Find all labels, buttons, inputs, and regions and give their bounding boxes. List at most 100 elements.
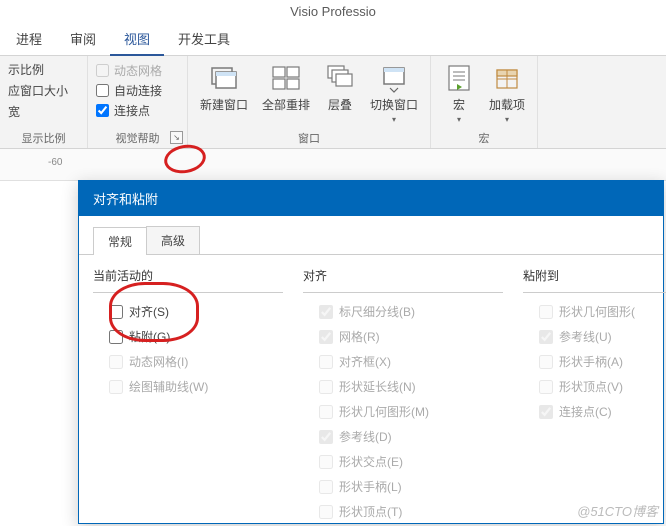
opt-ruler-sub-box[interactable] xyxy=(319,305,333,319)
tab-advanced[interactable]: 高级 xyxy=(146,226,200,254)
opt-ruler-sub[interactable]: 标尺细分线(B) xyxy=(319,303,523,320)
opt-shape-handles-glue-label: 形状手柄(A) xyxy=(559,353,623,370)
opt-snap-label: 对齐(S) xyxy=(129,303,169,320)
opt-shape-vertices-snap-label: 形状顶点(T) xyxy=(339,503,402,520)
cascade-icon xyxy=(324,62,356,94)
check-dynamic-grid-box[interactable] xyxy=(96,64,109,77)
tab-developer[interactable]: 开发工具 xyxy=(164,23,244,55)
opt-glue-label: 粘附(G) xyxy=(129,328,170,345)
opt-shape-ext-label: 形状延长线(N) xyxy=(339,378,416,395)
opt-shape-geom-snap[interactable]: 形状几何图形(M) xyxy=(319,403,523,420)
dialog-body: 当前活动的 对齐(S) 粘附(G) 动态网格(I) 绘图辅助线(W) 对齐 标尺… xyxy=(79,255,663,520)
opt-align-box-box[interactable] xyxy=(319,355,333,369)
opt-grid-box[interactable] xyxy=(319,330,333,344)
opt-connection-points-glue-label: 连接点(C) xyxy=(559,403,612,420)
opt-align-box[interactable]: 对齐框(X) xyxy=(319,353,523,370)
btn-switch-windows-label: 切换窗口 xyxy=(370,96,418,113)
btn-arrange-all-label: 全部重排 xyxy=(262,96,310,113)
opt-shape-ext[interactable]: 形状延长线(N) xyxy=(319,378,523,395)
opt-drawing-aids-label: 绘图辅助线(W) xyxy=(129,378,208,395)
opt-shape-ext-box[interactable] xyxy=(319,380,333,394)
opt-shape-geom-glue-box[interactable] xyxy=(539,305,553,319)
group-zoom: 示比例 应窗口大小 宽 显示比例 xyxy=(0,56,88,148)
opt-grid-label: 网格(R) xyxy=(339,328,380,345)
tab-process[interactable]: 进程 xyxy=(2,23,56,55)
check-dynamic-grid[interactable]: 动态网格 xyxy=(96,62,179,79)
opt-drawing-aids-box[interactable] xyxy=(109,380,123,394)
col-glue-to: 粘附到 形状几何图形( 参考线(U) 形状手柄(A) 形状顶点(V) 连接点(C… xyxy=(523,267,666,520)
snap-glue-dialog: 对齐和粘附 常规 高级 当前活动的 对齐(S) 粘附(G) 动态网格(I) 绘图… xyxy=(78,180,664,524)
opt-shape-intersect-box[interactable] xyxy=(319,455,333,469)
opt-shape-handles-glue[interactable]: 形状手柄(A) xyxy=(539,353,666,370)
opt-shape-handles-glue-box[interactable] xyxy=(539,355,553,369)
opt-shape-intersect[interactable]: 形状交点(E) xyxy=(319,453,523,470)
opt-shape-geom-glue[interactable]: 形状几何图形( xyxy=(539,303,666,320)
opt-guides-snap[interactable]: 参考线(D) xyxy=(319,428,523,445)
opt-connection-points-glue[interactable]: 连接点(C) xyxy=(539,403,666,420)
check-dynamic-grid-label: 动态网格 xyxy=(114,62,162,79)
dialog-title: 对齐和粘附 xyxy=(79,181,663,216)
group-macros: 宏 ▾ 加载项 ▾ 宏 xyxy=(431,56,538,148)
btn-cascade[interactable]: 层叠 xyxy=(320,60,360,115)
tab-general[interactable]: 常规 xyxy=(93,227,147,255)
opt-shape-intersect-label: 形状交点(E) xyxy=(339,453,403,470)
opt-dynamic-grid-box[interactable] xyxy=(109,355,123,369)
check-connection-points[interactable]: 连接点 xyxy=(96,102,179,119)
ribbon-tab-strip: 进程 审阅 视图 开发工具 xyxy=(0,23,666,56)
check-auto-connect[interactable]: 自动连接 xyxy=(96,82,179,99)
opt-shape-handles-snap[interactable]: 形状手柄(L) xyxy=(319,478,523,495)
opt-shape-vertices-glue[interactable]: 形状顶点(V) xyxy=(539,378,666,395)
btn-addins-label: 加载项 xyxy=(489,96,525,113)
visual-aids-dialog-launcher[interactable]: ↘ xyxy=(170,131,183,144)
tab-review[interactable]: 审阅 xyxy=(56,23,110,55)
col-active: 当前活动的 对齐(S) 粘附(G) 动态网格(I) 绘图辅助线(W) xyxy=(93,267,303,520)
opt-snap[interactable]: 对齐(S) xyxy=(109,303,303,320)
arrange-all-icon xyxy=(270,62,302,94)
opt-shape-handles-snap-box[interactable] xyxy=(319,480,333,494)
group-window: 新建窗口 全部重排 层叠 切换窗口 ▾ 窗口 xyxy=(188,56,431,148)
col-snap-to: 对齐 标尺细分线(B) 网格(R) 对齐框(X) 形状延长线(N) 形状几何图形… xyxy=(303,267,523,520)
btn-new-window[interactable]: 新建窗口 xyxy=(196,60,252,115)
btn-switch-windows[interactable]: 切换窗口 ▾ xyxy=(366,60,422,126)
opt-guides-glue-box[interactable] xyxy=(539,330,553,344)
group-zoom-label: 显示比例 xyxy=(8,128,79,146)
opt-shape-vertices-snap[interactable]: 形状顶点(T) xyxy=(319,503,523,520)
group-macros-label: 宏 xyxy=(439,128,529,146)
opt-guides-glue[interactable]: 参考线(U) xyxy=(539,328,666,345)
btn-new-window-label: 新建窗口 xyxy=(200,96,248,113)
opt-guides-glue-label: 参考线(U) xyxy=(559,328,612,345)
ribbon: 示比例 应窗口大小 宽 显示比例 动态网格 自动连接 连接点 视觉帮助 ↘ xyxy=(0,56,666,149)
opt-shape-vertices-snap-box[interactable] xyxy=(319,505,333,519)
check-auto-connect-label: 自动连接 xyxy=(114,82,162,99)
opt-shape-geom-snap-label: 形状几何图形(M) xyxy=(339,403,429,420)
watermark: @51CTO博客 xyxy=(577,501,658,520)
ruler: -60 xyxy=(0,149,666,181)
btn-arrange-all[interactable]: 全部重排 xyxy=(258,60,314,115)
tab-view[interactable]: 视图 xyxy=(110,23,164,56)
opt-dynamic-grid[interactable]: 动态网格(I) xyxy=(109,353,303,370)
zoom-width[interactable]: 宽 xyxy=(8,102,79,121)
zoom-fit-window[interactable]: 应窗口大小 xyxy=(8,81,79,100)
dialog-tabs: 常规 高级 xyxy=(79,216,663,255)
opt-grid[interactable]: 网格(R) xyxy=(319,328,523,345)
btn-macros[interactable]: 宏 ▾ xyxy=(439,60,479,126)
chevron-down-icon: ▾ xyxy=(392,115,396,124)
switch-windows-icon xyxy=(378,62,410,94)
zoom-show-ratio[interactable]: 示比例 xyxy=(8,60,79,79)
btn-addins[interactable]: 加载项 ▾ xyxy=(485,60,529,126)
check-auto-connect-box[interactable] xyxy=(96,84,109,97)
opt-glue[interactable]: 粘附(G) xyxy=(109,328,303,345)
btn-cascade-label: 层叠 xyxy=(328,96,352,113)
opt-shape-vertices-glue-box[interactable] xyxy=(539,380,553,394)
opt-connection-points-glue-box[interactable] xyxy=(539,405,553,419)
opt-guides-snap-box[interactable] xyxy=(319,430,333,444)
opt-snap-box[interactable] xyxy=(109,305,123,319)
opt-shape-geom-snap-box[interactable] xyxy=(319,405,333,419)
check-connection-points-box[interactable] xyxy=(96,104,109,117)
opt-glue-box[interactable] xyxy=(109,330,123,344)
macros-icon xyxy=(443,62,475,94)
opt-drawing-aids[interactable]: 绘图辅助线(W) xyxy=(109,378,303,395)
col-active-header: 当前活动的 xyxy=(93,267,283,293)
opt-guides-snap-label: 参考线(D) xyxy=(339,428,392,445)
group-visual-aids-label: 视觉帮助 ↘ xyxy=(96,128,179,146)
